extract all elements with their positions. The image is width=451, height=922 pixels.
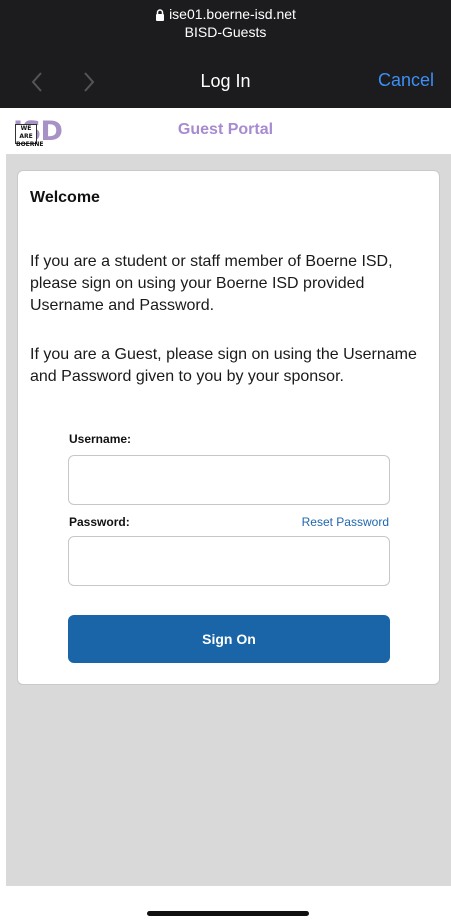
- home-indicator[interactable]: [147, 911, 309, 916]
- username-input[interactable]: [68, 455, 390, 505]
- lock-icon: [156, 9, 165, 22]
- network-name: BISD-Guests: [184, 24, 267, 40]
- student-instructions: If you are a student or staff member of …: [30, 253, 393, 314]
- password-input[interactable]: [68, 536, 390, 586]
- reset-password-link[interactable]: Reset Password: [302, 515, 389, 529]
- nav-row: Log In Cancel: [0, 62, 451, 102]
- login-card: Welcome If you are a student or staff me…: [17, 170, 440, 685]
- url-bar[interactable]: ise01.boerne-isd.net: [0, 5, 451, 23]
- url-text: ise01.boerne-isd.net: [169, 6, 296, 22]
- sign-on-button[interactable]: Sign On: [68, 615, 390, 663]
- cancel-button[interactable]: Cancel: [378, 70, 434, 91]
- welcome-heading: Welcome: [30, 189, 100, 206]
- username-label: Username:: [69, 432, 132, 446]
- browser-top-bar: ise01.boerne-isd.net BISD-Guests Log In …: [0, 0, 451, 108]
- guest-instructions: If you are a Guest, please sign on using…: [30, 346, 417, 385]
- portal-title: Guest Portal: [177, 121, 274, 138]
- portal-header: ISD WE ARE BOERNE Guest Portal: [0, 108, 451, 154]
- password-label: Password:: [69, 515, 130, 529]
